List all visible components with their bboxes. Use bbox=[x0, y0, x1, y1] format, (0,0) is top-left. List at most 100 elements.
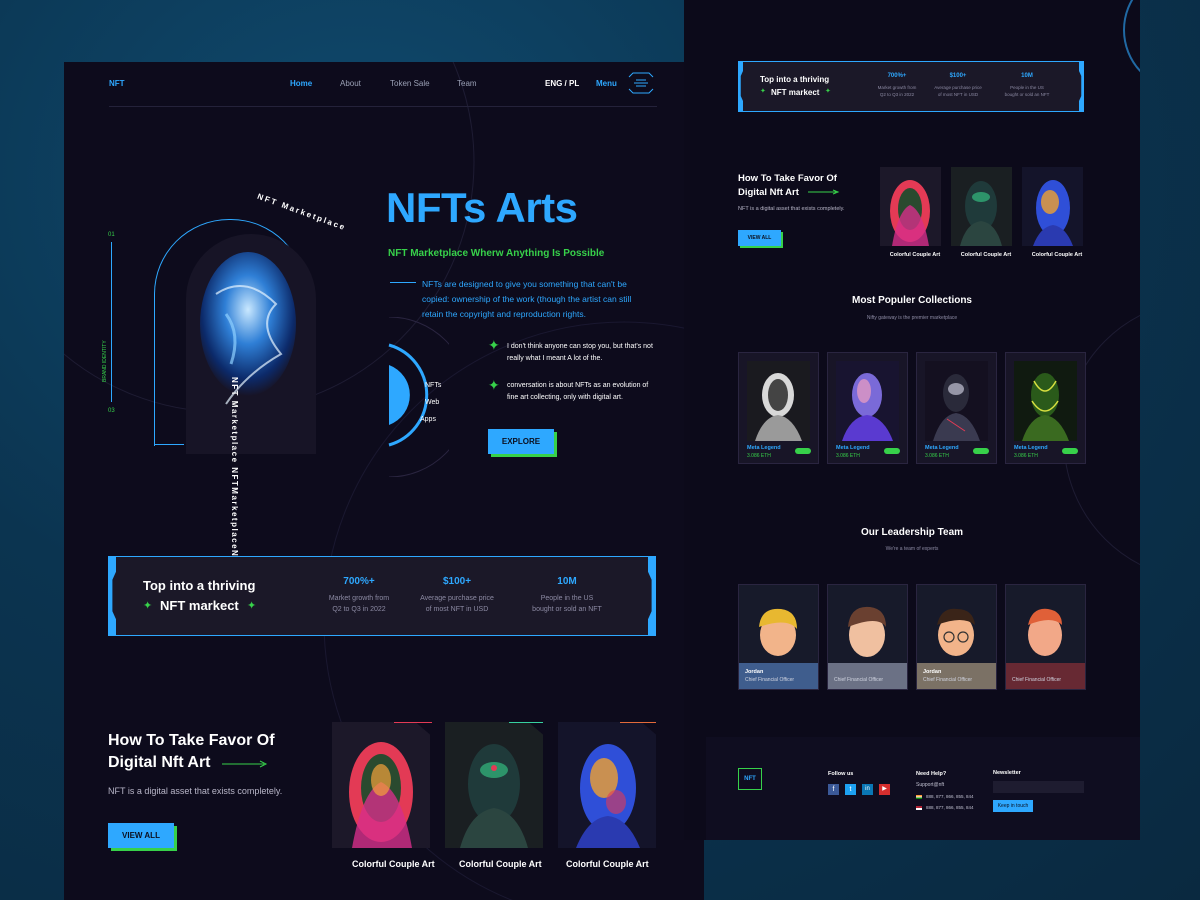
sparkle-icon: ✦ bbox=[488, 377, 500, 393]
hero-description: NFTs are designed to give you something … bbox=[422, 279, 632, 319]
stat-label: Q2 to Q3 in 2022 bbox=[879, 92, 915, 97]
stats-title-line1: Top into a thriving bbox=[143, 578, 256, 593]
hero-bullet-1: I don't think anyone can stop you, but t… bbox=[507, 343, 653, 362]
nav-about[interactable]: About bbox=[340, 79, 361, 88]
support-email[interactable]: Support@nft bbox=[916, 782, 944, 788]
orbit-label-nfts: NFTs bbox=[425, 382, 442, 389]
collection-card[interactable]: Meta Legend 3.086 ETH bbox=[738, 352, 819, 464]
logo[interactable]: NFT bbox=[109, 79, 125, 88]
stat-label: Market growth from bbox=[877, 85, 917, 90]
stat-label: of most NFT in USD bbox=[425, 606, 489, 613]
stat-value: 700%+ bbox=[343, 576, 375, 587]
stats-title-line2: NFT markect bbox=[160, 598, 239, 613]
bid-badge[interactable] bbox=[973, 448, 989, 454]
stat-value: $100+ bbox=[442, 576, 472, 587]
sparkle-icon: ✦ bbox=[247, 600, 257, 612]
team-card[interactable]: Jordan Chief Financial Officer bbox=[738, 584, 819, 690]
art-card-caption: Colorful Couple Art bbox=[566, 859, 649, 869]
stat-value: $100+ bbox=[949, 73, 967, 79]
twitter-icon[interactable]: t bbox=[845, 784, 856, 795]
hero-bullet-2: conversation is about NFTs as an evoluti… bbox=[507, 382, 649, 401]
team-card[interactable]: Chief Financial Officer bbox=[1005, 584, 1086, 690]
stat-label: bought or sold an NFT bbox=[1004, 92, 1050, 97]
collection-art bbox=[747, 361, 810, 441]
collection-art bbox=[836, 361, 899, 441]
nav-home[interactable]: Home bbox=[290, 79, 312, 88]
collection-name: Meta Legend bbox=[747, 445, 781, 451]
collections-title: Most Populer Collections bbox=[851, 295, 972, 306]
help-label: Need Help? bbox=[916, 771, 947, 777]
bid-badge[interactable] bbox=[884, 448, 900, 454]
stat-label: bought or sold an NFT bbox=[532, 606, 602, 613]
arrow-right-icon bbox=[808, 189, 840, 195]
hero-desc-line bbox=[390, 282, 416, 283]
orbit-label-apps: Apps bbox=[420, 416, 436, 423]
language-switch[interactable]: ENG / PL bbox=[545, 79, 579, 88]
collection-card[interactable]: Meta Legend 3.086 ETH bbox=[1005, 352, 1086, 464]
bid-badge[interactable] bbox=[795, 448, 811, 454]
phone-number: 888, 877, 866, 855, 844 bbox=[926, 794, 974, 799]
stat-value: 700%+ bbox=[887, 73, 907, 79]
sparkle-icon: ✦ bbox=[143, 600, 153, 612]
stat-label: People in the US bbox=[540, 595, 594, 602]
stat-label: People in the US bbox=[1010, 85, 1044, 90]
collection-card[interactable]: Meta Legend 3.086 ETH bbox=[827, 352, 908, 464]
view-all-button[interactable]: VIEW ALL bbox=[738, 230, 781, 246]
team-member-role: Chief Financial Officer bbox=[745, 677, 795, 683]
newsletter-email-input[interactable] bbox=[993, 781, 1084, 793]
team-title: Our Leadership Team bbox=[860, 527, 964, 538]
stat-value: 10M bbox=[557, 576, 577, 587]
keep-in-touch-button[interactable]: Keep in touch bbox=[993, 800, 1033, 812]
team-member-name: Jordan bbox=[923, 669, 942, 675]
collections-subtitle: Nifty gateway is the premier marketplace bbox=[866, 315, 958, 321]
side-indicator-line bbox=[111, 242, 112, 402]
nav-team[interactable]: Team bbox=[457, 79, 477, 88]
team-member-name: Jordan bbox=[745, 669, 764, 675]
card-accent bbox=[620, 722, 656, 723]
menu-label[interactable]: Menu bbox=[596, 79, 617, 88]
stat-label: Average purchase price bbox=[420, 595, 494, 602]
card-accent bbox=[509, 722, 543, 723]
team-card[interactable]: Jordan Chief Financial Officer bbox=[916, 584, 997, 690]
nav-token-sale[interactable]: Token Sale bbox=[390, 79, 430, 88]
orbit-label-web: Web bbox=[425, 399, 440, 406]
explore-button[interactable]: EXPLORE bbox=[488, 429, 554, 454]
youtube-icon[interactable]: ▶ bbox=[879, 784, 890, 795]
collection-price: 3.086 ETH bbox=[747, 453, 771, 459]
art-card-caption: Colorful Couple Art bbox=[1031, 252, 1083, 258]
collection-name: Meta Legend bbox=[925, 445, 959, 451]
main-page-panel: NFT Home About Token Sale Team ENG / PL … bbox=[64, 62, 704, 900]
avatar bbox=[1006, 608, 1085, 689]
team-subtitle: We're a team of experts bbox=[885, 546, 939, 552]
favor-description: NFT is a digital asset that exists compl… bbox=[738, 206, 845, 212]
art-card-caption: Colorful Couple Art bbox=[889, 252, 941, 258]
footer-logo[interactable]: NFT bbox=[738, 768, 762, 790]
view-all-button[interactable]: VIEW ALL bbox=[108, 823, 174, 848]
art-card-image[interactable] bbox=[332, 722, 430, 848]
art-card-image[interactable] bbox=[1022, 167, 1083, 246]
bid-badge[interactable] bbox=[1062, 448, 1078, 454]
linkedin-icon[interactable]: in bbox=[862, 784, 873, 795]
orbit-diagram bbox=[388, 317, 449, 477]
menu-icon[interactable] bbox=[626, 70, 656, 96]
art-card-image[interactable] bbox=[951, 167, 1012, 246]
collection-card[interactable]: Meta Legend 3.086 ETH bbox=[916, 352, 997, 464]
side-index-bottom: 03 bbox=[108, 408, 115, 414]
stats-title-line1: Top into a thriving bbox=[760, 75, 830, 84]
hero-art-image bbox=[186, 234, 316, 454]
stat-label: of most NFT in USD bbox=[937, 92, 979, 97]
favor-title-line1: How To Take Favor Of bbox=[108, 732, 275, 749]
facebook-icon[interactable]: f bbox=[828, 784, 839, 795]
art-card-image[interactable] bbox=[445, 722, 543, 848]
card-accent bbox=[394, 722, 432, 723]
art-card-image[interactable] bbox=[880, 167, 941, 246]
hero-arch-base bbox=[154, 444, 184, 445]
art-card-image[interactable] bbox=[558, 722, 656, 848]
collection-price: 3.086 ETH bbox=[925, 453, 949, 459]
collection-price: 3.086 ETH bbox=[836, 453, 860, 459]
stats-title-line2: NFT markect bbox=[771, 88, 820, 97]
header-divider bbox=[109, 106, 657, 107]
phone-number: 888, 877, 866, 855, 844 bbox=[926, 805, 974, 810]
team-card[interactable]: Chief Financial Officer bbox=[827, 584, 908, 690]
favor-title-line2: Digital Nft Art bbox=[738, 187, 799, 198]
